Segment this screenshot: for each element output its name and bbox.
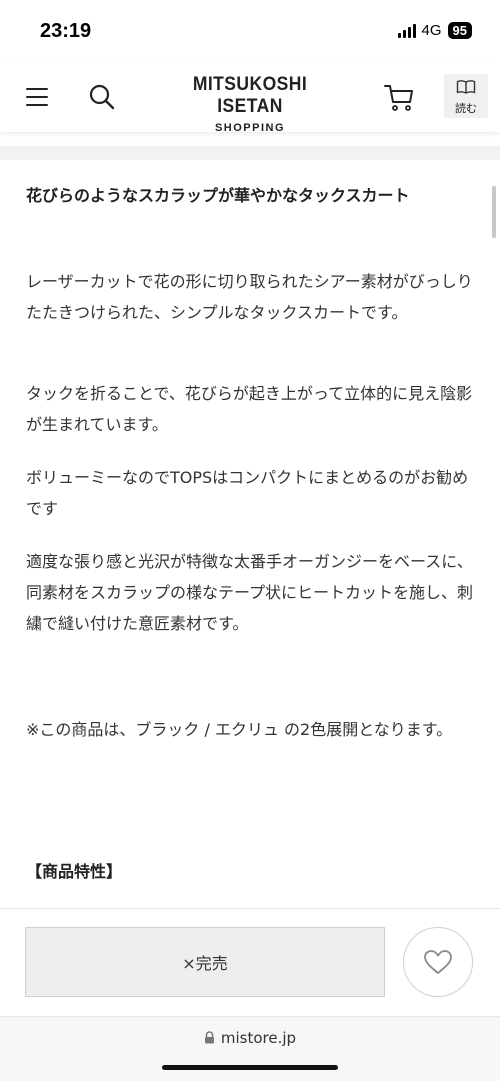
soldout-button[interactable]: ×完売 — [25, 927, 385, 997]
status-time: 23:19 — [40, 20, 92, 42]
read-button[interactable]: 読む — [444, 74, 488, 118]
app-header: MITSUKOSHI ISETAN SHOPPING 読む — [0, 62, 500, 134]
network-type: 4G — [421, 22, 442, 39]
scrollbar[interactable] — [492, 186, 496, 238]
section-divider — [0, 146, 500, 160]
status-bar: 23:19 4G 95 — [0, 0, 500, 62]
status-indicators: 4G 95 — [397, 22, 472, 39]
purchase-bar: ×完売 — [0, 908, 500, 1017]
favorite-button[interactable] — [403, 927, 473, 997]
read-label: 読む — [455, 102, 477, 115]
menu-icon[interactable] — [26, 86, 50, 108]
url-display[interactable]: mistore.jp — [0, 1029, 500, 1047]
description-paragraph: 適度な張り感と光沢が特徴な太番手オーガンジーをベースに、同素材をスカラップの様な… — [26, 552, 474, 633]
signal-icon — [397, 23, 416, 38]
description-paragraph: タックを折ることで、花びらが起き上がって立体的に見え陰影が生まれています。 — [26, 384, 473, 434]
description-paragraph: レーザーカットで花の形に切り取られたシアー素材がびっしりたたきつけられた、シンプ… — [26, 272, 473, 322]
url-text: mistore.jp — [220, 1029, 297, 1047]
brand-logo[interactable]: MITSUKOSHI ISETAN SHOPPING — [150, 74, 350, 134]
home-indicator[interactable] — [162, 1065, 338, 1070]
brand-subtitle: SHOPPING — [214, 122, 286, 134]
book-icon — [456, 80, 476, 94]
color-note: ※この商品は、ブラック / エクリュ の2色展開となります。 — [26, 720, 453, 739]
cart-icon[interactable] — [383, 82, 415, 112]
soldout-label: ×完売 — [182, 954, 228, 973]
features-title: 【商品特性】 — [26, 862, 123, 881]
brand-title: MITSUKOSHI ISETAN — [192, 74, 308, 117]
lock-icon — [204, 1031, 214, 1044]
browser-address-bar: mistore.jp — [0, 1016, 500, 1081]
description-heading: 花びらのようなスカラップが華やかなタックスカート — [26, 186, 410, 205]
heart-icon — [424, 950, 452, 974]
battery-level: 95 — [447, 22, 472, 39]
search-icon[interactable] — [88, 83, 116, 111]
description-paragraph: ボリューミーなのでTOPSはコンパクトにまとめるのがお勧めです — [26, 468, 469, 518]
